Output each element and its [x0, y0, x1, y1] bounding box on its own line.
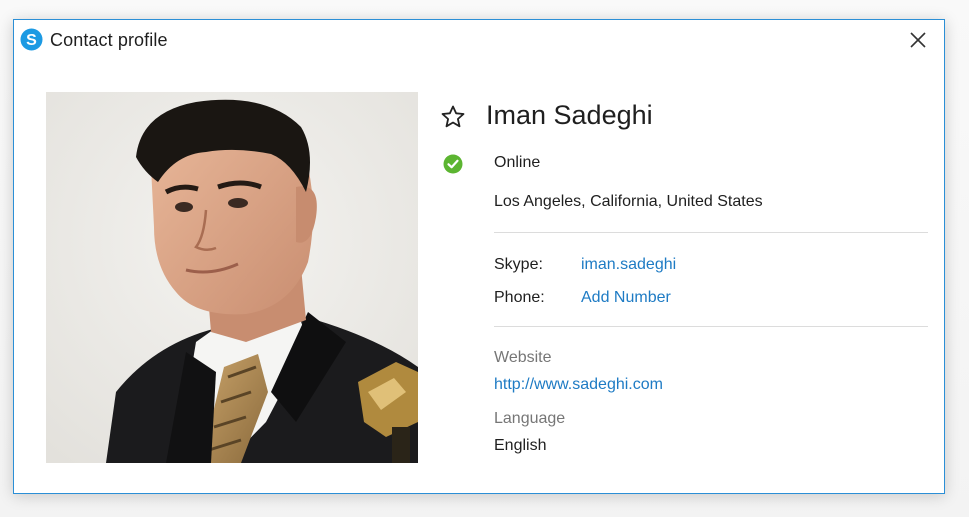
status-text: Online	[494, 154, 541, 171]
close-icon	[910, 32, 926, 48]
presence-status: Online	[440, 153, 916, 175]
add-number-link[interactable]: Add Number	[581, 289, 671, 307]
skype-logo-icon: S	[20, 28, 43, 51]
close-button[interactable]	[906, 28, 930, 52]
divider	[494, 232, 928, 233]
contact-name: Iman Sadeghi	[486, 100, 653, 130]
star-outline-icon[interactable]	[440, 104, 466, 130]
website-label: Website	[494, 349, 552, 366]
skype-label: Skype:	[494, 256, 543, 273]
divider	[494, 326, 928, 327]
window-title: Contact profile	[50, 30, 168, 50]
profile-photo	[46, 92, 418, 463]
title-bar: S Contact profile	[14, 20, 944, 60]
location-text: Los Angeles, California, United States	[494, 193, 763, 210]
contact-profile-window: S Contact profile Iman Sadeghi Online Lo…	[13, 19, 945, 494]
phone-label: Phone:	[494, 289, 545, 306]
svg-text:S: S	[26, 32, 37, 49]
check-circle-icon	[443, 154, 463, 174]
website-link[interactable]: http://www.sadeghi.com	[494, 376, 663, 394]
name-row: Iman Sadeghi	[440, 100, 916, 134]
skype-id-link[interactable]: iman.sadeghi	[581, 256, 676, 274]
language-value: English	[494, 437, 547, 454]
language-label: Language	[494, 410, 566, 427]
